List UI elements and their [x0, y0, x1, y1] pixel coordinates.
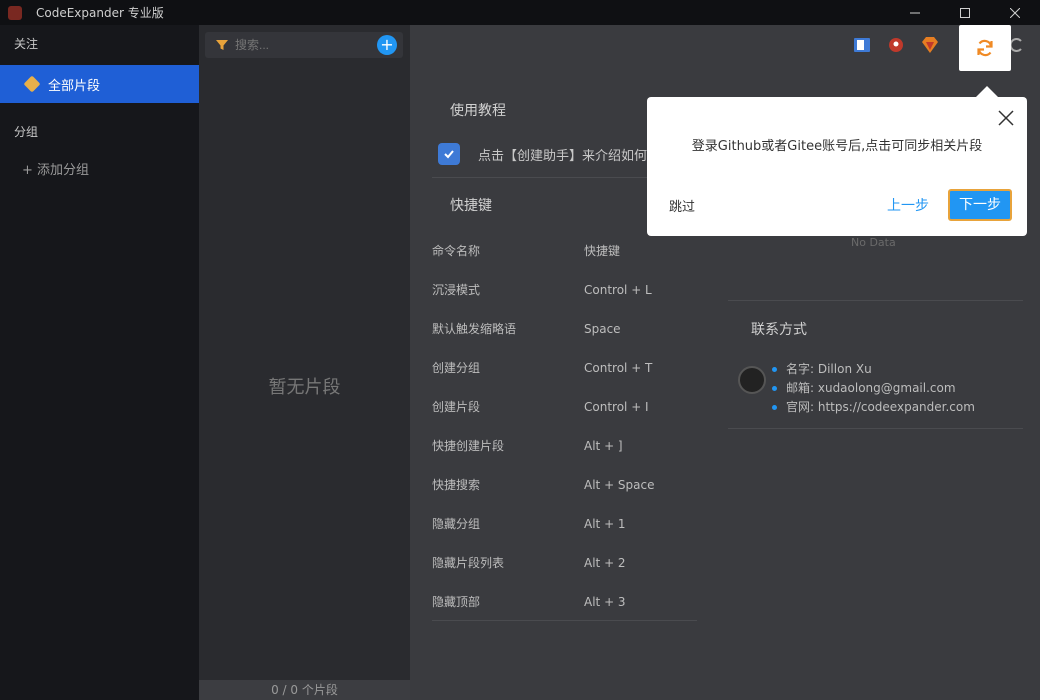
window-controls [890, 0, 1040, 25]
snippet-list-panel: + 暂无片段 0 / 0 个片段 [199, 25, 410, 700]
shortcut-cmd: 快捷创建片段 [432, 439, 505, 453]
add-group-button[interactable]: + 添加分组 [22, 159, 89, 178]
search-bar: + [205, 32, 403, 58]
shortcut-key: Alt + ] [584, 438, 623, 453]
table-row: 沉浸模式 Control + L [432, 270, 697, 309]
follow-section-label: 关注 [14, 37, 39, 51]
contact-info: 名字: Dillon Xu 邮箱: xudaolong@gmail.com 官网… [738, 360, 975, 417]
tutorial-item[interactable]: 点击【创建助手】来介绍如何 [438, 143, 647, 165]
empty-list-text: 暂无片段 [268, 377, 341, 398]
maximize-button[interactable] [940, 0, 990, 25]
contact-website[interactable]: 官网: https://codeexpander.com [772, 398, 975, 417]
window-title: CodeExpander 专业版 [36, 6, 164, 20]
divider [728, 428, 1023, 429]
no-data-text: No Data [851, 236, 896, 249]
shortcut-cmd: 创建片段 [432, 400, 481, 414]
rocket-icon[interactable] [886, 35, 906, 55]
shortcut-key: Control + T [584, 360, 653, 375]
shortcut-cmd: 隐藏顶部 [432, 595, 481, 609]
popover-message: 登录Github或者Gitee账号后,点击可同步相关片段 [691, 139, 983, 154]
close-icon[interactable] [997, 109, 1015, 127]
gem-icon[interactable] [920, 35, 940, 55]
filter-icon[interactable] [215, 38, 229, 52]
tutorial-item-text: 点击【创建助手】来介绍如何 [478, 148, 648, 164]
search-input[interactable] [235, 38, 365, 52]
add-snippet-button[interactable]: + [377, 35, 397, 55]
table-row: 快捷创建片段 Alt + ] [432, 426, 697, 465]
shortcut-key: Control + I [584, 399, 649, 414]
shortcut-header-cmd: 命令名称 [432, 244, 481, 258]
table-row: 隐藏顶部 Alt + 3 [432, 582, 697, 621]
table-row: 默认触发缩略语 Space [432, 309, 697, 348]
book-icon[interactable] [852, 35, 872, 55]
skip-button[interactable]: 跳过 [669, 196, 695, 215]
shortcut-header-row: 命令名称 快捷键 [432, 231, 697, 270]
table-row: 创建分组 Control + T [432, 348, 697, 387]
check-icon [438, 143, 460, 165]
group-section-label: 分组 [14, 125, 39, 139]
table-row: 快捷搜索 Alt + Space [432, 465, 697, 504]
guide-popover: 登录Github或者Gitee账号后,点击可同步相关片段 跳过 上一步 下一步 [647, 97, 1027, 236]
shortcut-key: Control + L [584, 282, 652, 297]
shortcut-cmd: 快捷搜索 [432, 478, 481, 492]
divider [432, 620, 697, 621]
shortcut-key: Alt + 2 [584, 555, 626, 570]
close-window-button[interactable] [990, 0, 1040, 25]
next-step-button[interactable]: 下一步 [948, 189, 1012, 221]
shortcut-header-key: 快捷键 [584, 244, 621, 258]
sidebar-item-all-snippets[interactable]: 全部片段 [0, 65, 199, 103]
snippet-count: 0 / 0 个片段 [199, 680, 410, 700]
prev-step-button[interactable]: 上一步 [887, 195, 929, 215]
shortcut-cmd: 创建分组 [432, 361, 481, 375]
tutorial-title: 使用教程 [450, 103, 506, 119]
shortcut-cmd: 隐藏分组 [432, 517, 481, 531]
sync-icon [977, 39, 993, 57]
shortcut-cmd: 隐藏片段列表 [432, 556, 505, 570]
shortcut-key: Alt + 3 [584, 594, 626, 609]
add-icon: + [380, 35, 394, 54]
title-bar: CodeExpander 专业版 [0, 0, 1040, 25]
shortcut-key: Alt + 1 [584, 516, 626, 531]
shortcut-title: 快捷键 [450, 198, 492, 214]
maximize-icon [960, 7, 970, 18]
table-row: 创建片段 Control + I [432, 387, 697, 426]
shortcut-cmd: 沉浸模式 [432, 283, 481, 297]
minimize-button[interactable] [890, 0, 940, 25]
shortcut-cmd: 默认触发缩略语 [432, 322, 517, 336]
sync-button-highlight[interactable] [959, 25, 1011, 71]
contact-name: 名字: Dillon Xu [772, 360, 975, 379]
contact-email[interactable]: 邮箱: xudaolong@gmail.com [772, 379, 975, 398]
tag-icon [23, 75, 41, 93]
minimize-icon [910, 12, 920, 13]
avatar [738, 366, 766, 394]
shortcut-key: Space [584, 321, 621, 336]
close-window-icon [1010, 7, 1020, 18]
shortcut-table: 命令名称 快捷键 沉浸模式 Control + L 默认触发缩略语 Space 创建… [432, 231, 697, 621]
table-row: 隐藏分组 Alt + 1 [432, 504, 697, 543]
shortcut-key: Alt + Space [584, 477, 655, 492]
contact-title: 联系方式 [751, 322, 807, 338]
divider [728, 300, 1023, 301]
app-icon [8, 5, 22, 20]
sidebar: 关注 全部片段 分组 + 添加分组 [0, 25, 199, 700]
table-row: 隐藏片段列表 Alt + 2 [432, 543, 697, 582]
sidebar-item-label: 全部片段 [48, 78, 101, 94]
